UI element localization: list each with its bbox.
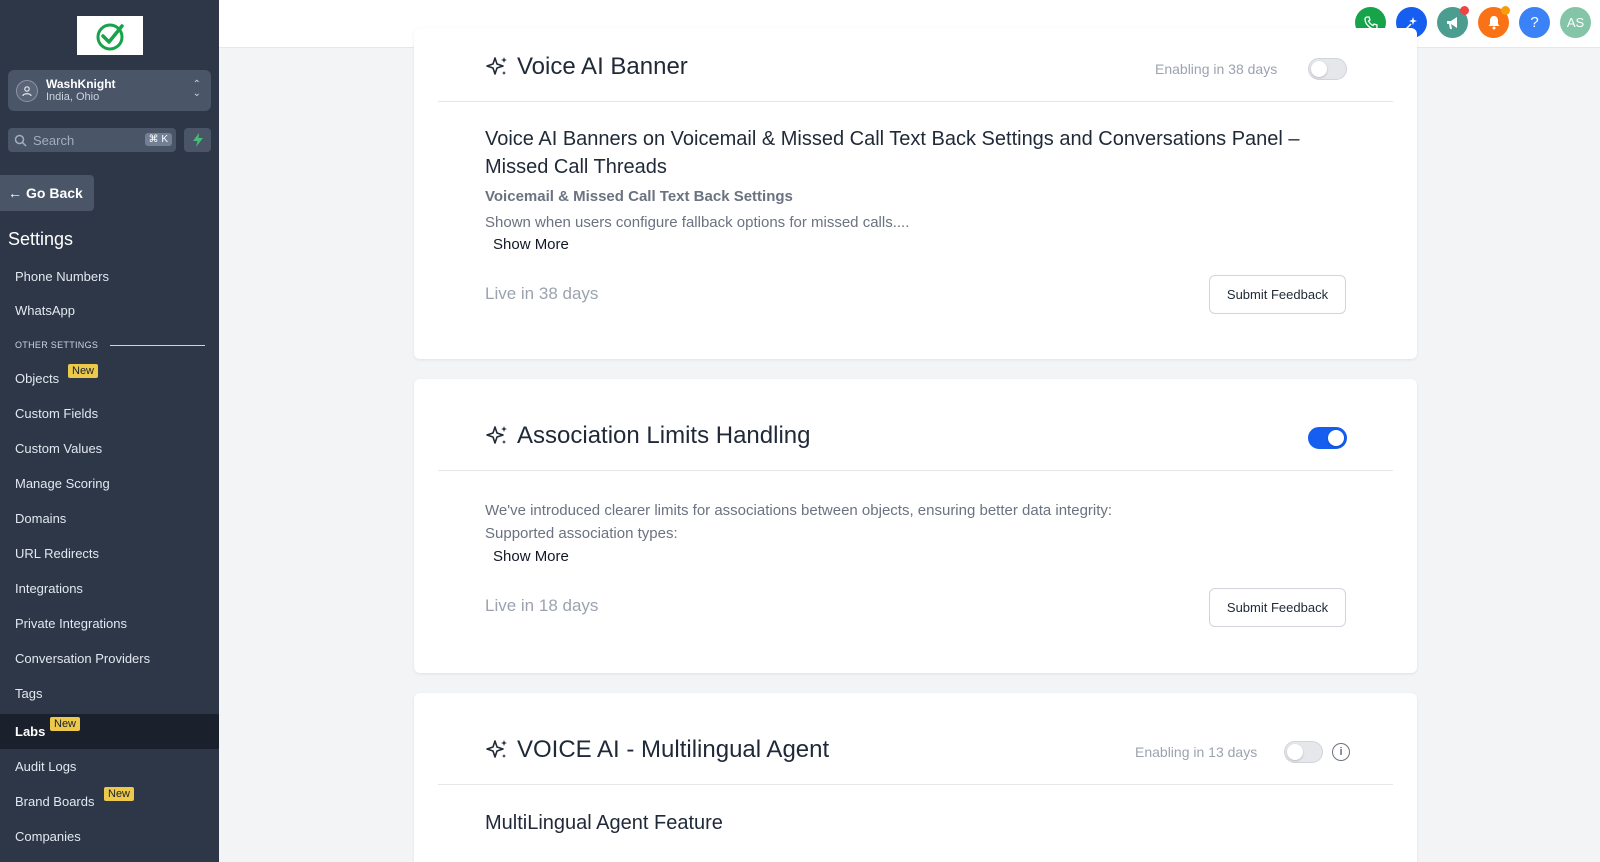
submit-feedback-button[interactable]: Submit Feedback (1209, 275, 1346, 314)
help-button[interactable]: ? (1519, 7, 1550, 38)
new-badge: New (104, 787, 135, 801)
feature-subheading: Voicemail & Missed Call Text Back Settin… (485, 188, 793, 205)
search-shortcut: ⌘ K (144, 133, 172, 146)
sidebar-item-audit-logs[interactable]: Audit Logs (15, 759, 76, 774)
feature-toggle[interactable] (1308, 427, 1347, 449)
other-settings-label: OTHER SETTINGS (15, 340, 99, 350)
card-title-text: VOICE AI - Multilingual Agent (517, 736, 830, 763)
feature-card-voice-ai-banner: Voice AI Banner Enabling in 38 days Voic… (414, 28, 1417, 359)
notifications-button[interactable] (1478, 6, 1510, 38)
feature-heading: Voice AI Banners on Voicemail & Missed C… (485, 128, 1300, 178)
user-avatar[interactable]: AS (1560, 7, 1591, 38)
sidebar-item-url-redirects[interactable]: URL Redirects (15, 546, 99, 561)
feature-card-association-limits: Association Limits Handling We've introd… (414, 379, 1417, 673)
account-location: India, Ohio (46, 91, 100, 103)
info-icon[interactable]: i (1332, 743, 1350, 761)
location-avatar-icon (16, 79, 38, 102)
account-switcher[interactable]: WashKnight India, Ohio ⌃ ⌄ (8, 70, 211, 111)
sparkles-icon (486, 57, 507, 75)
account-name: WashKnight (46, 77, 116, 91)
feature-description: Shown when users configure fallback opti… (485, 214, 910, 231)
feature-description: Supported association types: (485, 525, 678, 542)
arrow-left-icon: ← (8, 185, 22, 201)
section-divider (110, 345, 205, 346)
sparkles-icon (486, 426, 507, 444)
feature-toggle[interactable] (1308, 58, 1347, 80)
sidebar-item-domains[interactable]: Domains (15, 511, 66, 526)
lightning-bolt-icon (192, 133, 203, 147)
unread-indicator (1501, 6, 1510, 15)
sidebar-item-custom-values[interactable]: Custom Values (15, 441, 102, 456)
search-icon (14, 134, 27, 147)
sidebar: WashKnight India, Ohio ⌃ ⌄ Search ⌘ K ← G… (0, 0, 219, 862)
card-title: Association Limits Handling (485, 422, 810, 450)
feature-toggle[interactable] (1284, 741, 1323, 763)
avatar-initials: AS (1566, 15, 1585, 30)
sidebar-item-phone-numbers[interactable]: Phone Numbers (15, 269, 109, 284)
unread-indicator (1460, 6, 1469, 15)
settings-title: Settings (8, 229, 74, 249)
sidebar-item-whatsapp[interactable]: WhatsApp (15, 303, 75, 318)
check-circle-logo-icon (96, 23, 124, 50)
sparkles-icon (486, 740, 507, 758)
new-badge: New (68, 364, 99, 378)
bell-icon (1488, 16, 1499, 30)
search-input[interactable]: Search ⌘ K (8, 128, 176, 152)
sidebar-item-brand-boards[interactable]: Brand Boards (15, 794, 95, 809)
new-badge: New (50, 717, 81, 731)
sidebar-item-labs[interactable]: Labs (15, 724, 45, 739)
enabling-countdown: Enabling in 13 days (1135, 744, 1258, 760)
submit-feedback-button[interactable]: Submit Feedback (1209, 588, 1346, 627)
live-countdown: Live in 18 days (485, 596, 599, 615)
sidebar-item-manage-scoring[interactable]: Manage Scoring (15, 476, 110, 491)
chevron-up-down-icon: ⌃ ⌄ (192, 79, 201, 99)
sidebar-item-conversation-providers[interactable]: Conversation Providers (15, 651, 150, 666)
quick-actions-button[interactable] (184, 128, 211, 152)
sidebar-item-objects[interactable]: Objects (15, 371, 59, 386)
card-title: Voice AI Banner (485, 53, 688, 81)
enabling-countdown: Enabling in 38 days (1155, 61, 1278, 77)
card-title-text: Voice AI Banner (517, 53, 688, 80)
toggle-knob (1311, 61, 1327, 77)
sidebar-item-tags[interactable]: Tags (15, 686, 42, 701)
toggle-knob (1328, 430, 1344, 446)
search-placeholder: Search (33, 132, 75, 148)
question-mark-icon: ? (1530, 14, 1539, 31)
sidebar-item-private-integrations[interactable]: Private Integrations (15, 616, 127, 631)
go-back-button[interactable]: ← Go Back (0, 175, 94, 211)
show-more-link[interactable]: Show More (493, 236, 569, 253)
sidebar-item-custom-fields[interactable]: Custom Fields (15, 406, 98, 421)
feature-card-voice-ai-multilingual: VOICE AI - Multilingual Agent Enabling i… (414, 693, 1417, 862)
card-title: VOICE AI - Multilingual Agent (485, 736, 829, 764)
sidebar-item-integrations[interactable]: Integrations (15, 581, 83, 596)
show-more-link[interactable]: Show More (493, 548, 569, 565)
go-back-label: Go Back (26, 185, 83, 201)
toggle-knob (1287, 744, 1303, 760)
live-countdown: Live in 38 days (485, 284, 599, 303)
feature-heading: MultiLingual Agent Feature (485, 812, 723, 834)
announcements-button[interactable] (1437, 6, 1469, 38)
megaphone-icon (1447, 16, 1457, 29)
company-logo[interactable] (77, 16, 143, 55)
sidebar-item-companies[interactable]: Companies (15, 829, 81, 844)
feature-description: We've introduced clearer limits for asso… (485, 502, 1113, 519)
card-title-text: Association Limits Handling (517, 422, 811, 449)
